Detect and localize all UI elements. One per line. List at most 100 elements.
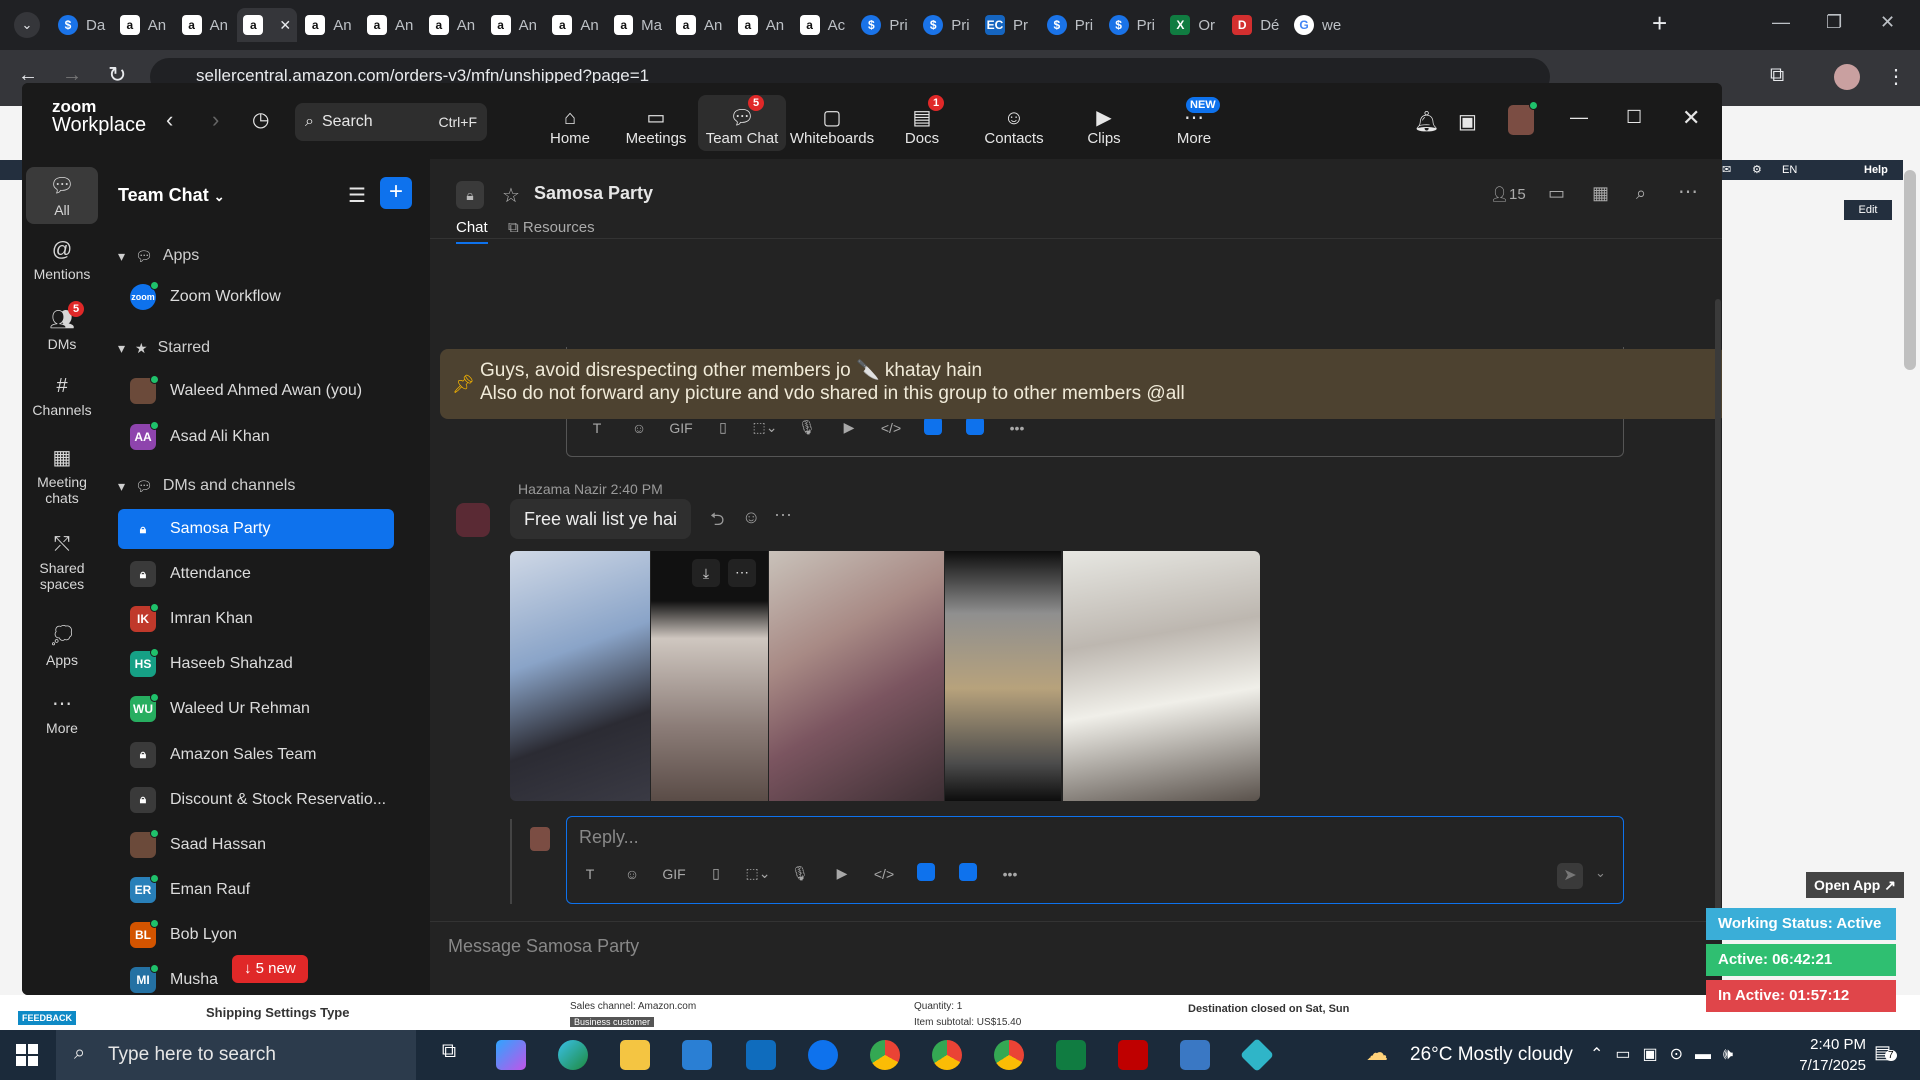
format-icon[interactable]: T: [576, 420, 618, 436]
download-icon[interactable]: ⤓: [692, 559, 720, 587]
sidebar-item-discount-stock-reservatio[interactable]: 🔒︎ Discount & Stock Reservatio...: [118, 780, 394, 820]
browser-tab[interactable]: $ Da: [52, 8, 112, 42]
sidebar-item-waleed-ur-rehman[interactable]: WU Waleed Ur Rehman: [118, 689, 394, 729]
chat-scrollbar[interactable]: [1715, 299, 1721, 919]
edge-icon[interactable]: [558, 1040, 588, 1070]
message-more-icon[interactable]: ⋯: [774, 505, 792, 526]
emoji-icon[interactable]: ☺: [611, 866, 653, 882]
video-clip-icon[interactable]: ▶: [828, 419, 870, 436]
tab-resources[interactable]: ⧉ Resources: [508, 219, 595, 236]
task-view-icon[interactable]: ⧉: [434, 1040, 464, 1070]
browser-tab[interactable]: a Ma: [608, 8, 668, 42]
browser-tab[interactable]: EC Pr: [979, 8, 1039, 42]
browser-tab[interactable]: Gwe: [1288, 8, 1348, 42]
history-icon[interactable]: ◷: [252, 107, 269, 132]
sidebar-item-eman-rauf[interactable]: ER Eman Rauf: [118, 870, 394, 910]
screenshot-icon[interactable]: ⬚⌄: [744, 419, 786, 436]
video-clip-icon[interactable]: ▶: [821, 865, 863, 882]
store-icon[interactable]: [682, 1040, 712, 1070]
browser-tab[interactable]: $ Pri: [1103, 8, 1163, 42]
windows-start-icon[interactable]: [16, 1044, 38, 1066]
nav-home[interactable]: ⌂ Home: [526, 95, 614, 151]
browser-tab[interactable]: X Or: [1164, 8, 1224, 42]
video-call-icon[interactable]: ▭: [1548, 183, 1565, 204]
rail-shared-spaces[interactable]: ⤲ Shared spaces: [26, 533, 98, 592]
outlook-icon[interactable]: [746, 1040, 776, 1070]
feedback-button[interactable]: FEEDBACK: [18, 1011, 77, 1025]
reply-input[interactable]: Reply... T ☺ GIF ▯ ⬚⌄ 🎙︎ ▶ </> ••• ➤ ⌄: [566, 816, 1624, 904]
notifications-bell-icon[interactable]: 🔔︎: [1414, 109, 1439, 134]
mic-icon[interactable]: 🎙︎: [779, 865, 821, 882]
sidebar-item-samosa-party[interactable]: 🔒︎ Samosa Party: [118, 509, 394, 549]
send-options-icon[interactable]: ⌄: [1595, 865, 1606, 881]
copilot-icon[interactable]: [496, 1040, 526, 1070]
code-icon[interactable]: </>: [870, 420, 912, 436]
browser-tab[interactable]: D Dé: [1226, 8, 1286, 42]
photo-5[interactable]: [1063, 551, 1260, 801]
app-icon[interactable]: [905, 863, 947, 884]
browser-tab[interactable]: a An: [114, 8, 174, 42]
new-messages-pill[interactable]: ↓ 5 new: [232, 955, 308, 983]
user-avatar[interactable]: [1508, 101, 1538, 135]
compose-add-button[interactable]: +: [380, 177, 412, 209]
app-icon[interactable]: [912, 417, 954, 438]
sidebar-item-zoom-workflow[interactable]: zoom Zoom Workflow: [118, 277, 394, 317]
zoom-search-box[interactable]: ⌕ Search Ctrl+F: [295, 103, 487, 141]
browser-tab[interactable]: a Ac: [794, 8, 854, 42]
sidebar-item-saad-hassan[interactable]: Saad Hassan: [118, 825, 394, 865]
tab-search-button[interactable]: ⌄: [14, 12, 40, 38]
browser-scrollbar[interactable]: [1904, 170, 1916, 370]
rail-all[interactable]: 💬︎ All: [26, 167, 98, 224]
photo-3[interactable]: [769, 551, 944, 801]
help-link[interactable]: Help: [1864, 164, 1888, 176]
calendar-top-icon[interactable]: ▣: [1458, 109, 1477, 134]
browser-menu-icon[interactable]: ⋮: [1886, 64, 1906, 89]
minimize-browser-button[interactable]: —: [1772, 12, 1790, 33]
browser-tab[interactable]: $ Pri: [917, 8, 977, 42]
format-icon[interactable]: T: [569, 866, 611, 882]
file-icon[interactable]: ▯: [695, 865, 737, 882]
file-icon[interactable]: ▯: [702, 419, 744, 436]
screenshot-icon[interactable]: ⬚⌄: [737, 865, 779, 882]
message-bubble[interactable]: Free wali list ye hai: [510, 499, 692, 539]
close-browser-button[interactable]: ✕: [1880, 12, 1895, 33]
sidebar-item-attendance[interactable]: 🔒︎ Attendance: [118, 554, 394, 594]
zoom-minimize-button[interactable]: —: [1570, 107, 1588, 128]
language-select[interactable]: EN: [1782, 164, 1797, 176]
browser-tab[interactable]: a An: [732, 8, 792, 42]
member-count[interactable]: 👤︎15: [1490, 185, 1526, 203]
app-icon[interactable]: [954, 417, 996, 438]
nav-contacts[interactable]: ☺ Contacts: [970, 95, 1058, 151]
mic-icon[interactable]: 🎙︎: [786, 419, 828, 436]
message-avatar[interactable]: [456, 503, 490, 537]
taskbar-search[interactable]: ⌕ Type here to search: [56, 1030, 416, 1080]
app-icon[interactable]: [947, 863, 989, 884]
zoom-maximize-button[interactable]: ☐: [1626, 107, 1642, 128]
extensions-icon[interactable]: ⧉: [1770, 64, 1784, 87]
rail-channels[interactable]: # Channels: [26, 375, 98, 418]
browser-tab[interactable]: a An: [546, 8, 606, 42]
browser-tab[interactable]: a An: [176, 8, 236, 42]
rail-mentions[interactable]: @ Mentions: [26, 239, 98, 282]
rail-more[interactable]: ⋯ More: [26, 691, 98, 736]
restore-browser-button[interactable]: ❐: [1826, 12, 1842, 33]
amazon-edit-button[interactable]: Edit: [1844, 200, 1892, 220]
section-apps[interactable]: ▾ 💬︎ Apps: [118, 247, 199, 265]
search-chat-icon[interactable]: ⌕: [1636, 183, 1646, 204]
send-icon[interactable]: ➤: [1557, 863, 1583, 889]
notification-center-icon[interactable]: ▤7: [1874, 1042, 1897, 1063]
channel-title[interactable]: Samosa Party: [534, 183, 653, 204]
sidebar-item-imran-khan[interactable]: IK Imran Khan: [118, 599, 394, 639]
browser-tab[interactable]: a ✕: [237, 8, 298, 42]
destination-text[interactable]: Destination closed on Sat, Sun: [1188, 1003, 1349, 1015]
photo-1[interactable]: [510, 551, 650, 801]
browser-tab[interactable]: a An: [485, 8, 545, 42]
clock[interactable]: 2:40 PM 7/17/2025: [1798, 1034, 1866, 1076]
file-explorer-icon[interactable]: [620, 1040, 650, 1070]
rail-meeting-chats[interactable]: ▦ Meeting chats: [26, 445, 98, 506]
nav-more[interactable]: ⋯ More NEW: [1150, 95, 1238, 151]
pinned-message-banner[interactable]: 📌︎ Guys, avoid disrespecting other membe…: [440, 349, 1722, 419]
chrome-icon[interactable]: [870, 1040, 900, 1070]
settings-icon[interactable]: ⚙: [1752, 163, 1762, 176]
sidebar-title[interactable]: Team Chat ⌄: [118, 185, 225, 206]
